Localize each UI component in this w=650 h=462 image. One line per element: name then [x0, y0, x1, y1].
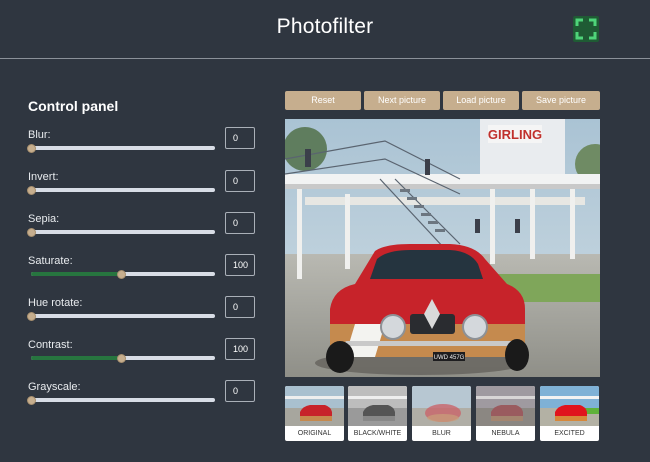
preset-thumbnail [412, 386, 471, 426]
blur-slider[interactable] [31, 146, 215, 150]
hue-rotate-slider-thumb[interactable] [27, 312, 36, 321]
control-panel-title: Control panel [28, 98, 119, 114]
saturate-value-input[interactable]: 100 [225, 254, 255, 276]
preset-nebula[interactable]: NEBULA [476, 386, 535, 441]
fullscreen-icon [575, 18, 597, 40]
reset-button[interactable]: Reset [285, 91, 361, 110]
invert-slider[interactable] [31, 188, 215, 192]
sepia-value-input[interactable]: 0 [225, 212, 255, 234]
invert-value-input[interactable]: 0 [225, 170, 255, 192]
grayscale-label: Grayscale: [28, 381, 81, 393]
contrast-slider-thumb[interactable] [117, 354, 126, 363]
saturate-slider-thumb[interactable] [117, 270, 126, 279]
preset-label: NEBULA [491, 430, 520, 437]
hue-rotate-slider[interactable] [31, 314, 215, 318]
sepia-slider[interactable] [31, 230, 215, 234]
hue-rotate-label: Hue rotate: [28, 297, 83, 309]
saturate-label: Saturate: [28, 255, 73, 267]
next-picture-button[interactable]: Next picture [364, 91, 440, 110]
preset-thumbnail [540, 386, 599, 426]
save-picture-button[interactable]: Save picture [522, 91, 600, 110]
preset-excited[interactable]: EXCITED [540, 386, 599, 441]
contrast-label: Contrast: [28, 339, 73, 351]
slider-fill [31, 272, 123, 276]
app-title: Photofilter [276, 15, 374, 38]
invert-slider-thumb[interactable] [27, 186, 36, 195]
blur-slider-thumb[interactable] [27, 144, 36, 153]
grayscale-slider[interactable] [31, 398, 215, 402]
fullscreen-button[interactable] [573, 16, 599, 42]
hue-rotate-value-input[interactable]: 0 [225, 296, 255, 318]
app-header: Photofilter [0, 0, 650, 59]
preset-label: BLACK/WHITE [353, 430, 402, 437]
invert-label: Invert: [28, 171, 59, 183]
license-plate-text: UWD 457G [434, 355, 465, 361]
blur-label: Blur: [28, 129, 51, 141]
slider-fill [31, 356, 123, 360]
load-picture-button[interactable]: Load picture [443, 91, 519, 110]
preset-label: ORIGINAL [297, 430, 332, 437]
preset-thumbnail [476, 386, 535, 426]
girling-sign-text: GIRLING [488, 127, 542, 142]
preset-label: EXCITED [554, 430, 585, 437]
sepia-slider-thumb[interactable] [27, 228, 36, 237]
preset-black-white[interactable]: BLACK/WHITE [348, 386, 407, 441]
preset-blur[interactable]: BLUR [412, 386, 471, 441]
preset-thumbnail [285, 386, 344, 426]
grayscale-value-input[interactable]: 0 [225, 380, 255, 402]
contrast-value-input[interactable]: 100 [225, 338, 255, 360]
grayscale-slider-thumb[interactable] [27, 396, 36, 405]
blur-value-input[interactable]: 0 [225, 127, 255, 149]
main-photo: GIRLING UWD 457G [285, 119, 600, 377]
preset-label: BLUR [432, 430, 451, 437]
preset-original[interactable]: ORIGINAL [285, 386, 344, 441]
car-photo-image: GIRLING UWD 457G [285, 119, 600, 377]
preset-thumbnail [348, 386, 407, 426]
sepia-label: Sepia: [28, 213, 60, 225]
